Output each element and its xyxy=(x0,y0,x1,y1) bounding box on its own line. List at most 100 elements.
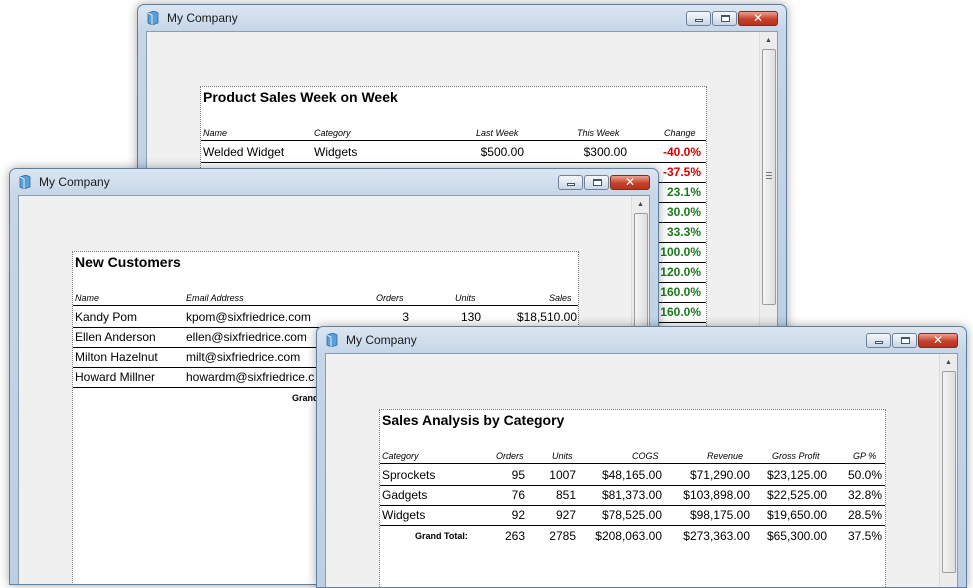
cell-category: Sprockets xyxy=(382,468,436,482)
window-title: My Company xyxy=(167,11,238,25)
grand-total-label: Grand xyxy=(292,393,319,403)
header-revenue: Revenue xyxy=(707,451,744,461)
header-orders: Orders xyxy=(376,293,404,303)
header-this-week: This Week xyxy=(577,128,620,138)
cell-change: -40.0% xyxy=(662,145,701,159)
window-sales-analysis[interactable]: My Company ✕ ▲ Sales Analysis by Categor… xyxy=(316,326,967,588)
maximize-button[interactable] xyxy=(584,175,609,190)
scroll-thumb[interactable] xyxy=(762,49,776,305)
table-row: Kandy Pom kpom@sixfriedrice.com 3 130 $1… xyxy=(73,307,578,328)
scroll-up-icon[interactable]: ▲ xyxy=(762,33,775,48)
cell-orders: 95 xyxy=(511,468,525,482)
vertical-scrollbar[interactable]: ▲ xyxy=(939,354,957,587)
cell-cogs: $48,165.00 xyxy=(601,468,662,482)
scroll-up-icon[interactable]: ▲ xyxy=(942,355,955,370)
report-title: Sales Analysis by Category xyxy=(382,412,565,428)
header-units: Units xyxy=(552,451,573,461)
close-button[interactable]: ✕ xyxy=(738,11,778,26)
window-controls: ✕ xyxy=(557,175,650,192)
app-icon xyxy=(147,11,159,25)
cell-units: 851 xyxy=(555,488,576,502)
total-revenue: $273,363.00 xyxy=(683,529,750,543)
grand-total-row: Grand Total: 263 2785 $208,063.00 $273,3… xyxy=(380,526,885,546)
cell-gross-profit: $19,650.00 xyxy=(766,508,827,522)
minimize-icon xyxy=(875,341,883,344)
minimize-button[interactable] xyxy=(686,11,711,26)
cell-revenue: $103,898.00 xyxy=(683,488,750,502)
cell-gross-profit: $22,525.00 xyxy=(766,488,827,502)
cell-change: 120.0% xyxy=(660,265,701,279)
title-bar[interactable]: My Company ✕ xyxy=(10,169,658,195)
report-column-headers: Category Orders Units COGS Revenue Gross… xyxy=(380,450,885,464)
app-icon xyxy=(19,175,31,189)
cell-units: 1007 xyxy=(549,468,576,482)
report-sales-analysis: Sales Analysis by Category Category Orde… xyxy=(379,409,886,587)
close-icon: ✕ xyxy=(624,175,636,189)
maximize-icon xyxy=(721,15,730,22)
table-row: Sprockets 95 1007 $48,165.00 $71,290.00 … xyxy=(380,465,885,486)
cell-change: 23.1% xyxy=(666,185,701,199)
scroll-up-icon[interactable]: ▲ xyxy=(634,197,647,212)
minimize-button[interactable] xyxy=(866,333,891,348)
app-icon xyxy=(326,333,338,347)
close-button[interactable]: ✕ xyxy=(610,175,650,190)
scroll-thumb[interactable] xyxy=(942,371,956,573)
grand-total-label: Grand Total: xyxy=(415,531,468,541)
header-sales: Sales xyxy=(549,293,572,303)
report-title: New Customers xyxy=(75,254,181,270)
cell-email: milt@sixfriedrice.com xyxy=(186,350,301,364)
total-orders: 263 xyxy=(504,529,525,543)
cell-name: Howard Millner xyxy=(75,370,156,384)
cell-gp-percent: 32.8% xyxy=(847,488,882,502)
cell-cogs: $78,525.00 xyxy=(601,508,662,522)
title-bar[interactable]: My Company ✕ xyxy=(138,5,786,31)
cell-orders: 76 xyxy=(511,488,525,502)
cell-gross-profit: $23,125.00 xyxy=(766,468,827,482)
cell-change: 30.0% xyxy=(666,205,701,219)
cell-cogs: $81,373.00 xyxy=(601,488,662,502)
cell-gp-percent: 28.5% xyxy=(847,508,882,522)
close-button[interactable]: ✕ xyxy=(918,333,958,348)
report-title: Product Sales Week on Week xyxy=(203,89,398,105)
maximize-icon xyxy=(593,179,602,186)
cell-category: Widgets xyxy=(314,145,358,159)
minimize-icon xyxy=(567,183,575,186)
total-gross-profit: $65,300.00 xyxy=(766,529,827,543)
total-cogs: $208,063.00 xyxy=(595,529,662,543)
header-name: Name xyxy=(203,128,228,138)
window-controls: ✕ xyxy=(685,11,778,28)
cell-change: 33.3% xyxy=(666,225,701,239)
header-change: Change xyxy=(664,128,696,138)
cell-category: Widgets xyxy=(382,508,426,522)
cell-change: -37.5% xyxy=(662,165,701,179)
maximize-button[interactable] xyxy=(892,333,917,348)
vertical-scrollbar[interactable]: ▲ xyxy=(759,32,777,345)
window-title: My Company xyxy=(346,333,417,347)
cell-name: Kandy Pom xyxy=(75,310,138,324)
close-icon: ✕ xyxy=(752,11,764,25)
cell-orders: 92 xyxy=(511,508,525,522)
cell-change: 100.0% xyxy=(660,245,701,259)
minimize-button[interactable] xyxy=(558,175,583,190)
maximize-button[interactable] xyxy=(712,11,737,26)
table-row: Welded Widget Widgets $500.00 $300.00 -4… xyxy=(201,142,706,163)
maximize-icon xyxy=(901,337,910,344)
header-category: Category xyxy=(382,451,419,461)
cell-name: Milton Hazelnut xyxy=(75,350,158,364)
cell-change: 160.0% xyxy=(660,305,701,319)
cell-name: Welded Widget xyxy=(203,145,285,159)
cell-last-week: $500.00 xyxy=(480,145,524,159)
cell-revenue: $71,290.00 xyxy=(689,468,750,482)
title-bar[interactable]: My Company ✕ xyxy=(317,327,966,353)
report-column-headers: Name Email Address Orders Units Sales xyxy=(73,292,578,306)
header-gross-profit: Gross Profit xyxy=(772,451,820,461)
header-units: Units xyxy=(455,293,476,303)
header-gp-percent: GP % xyxy=(853,451,877,461)
total-units: 2785 xyxy=(549,529,576,543)
cell-category: Gadgets xyxy=(382,488,428,502)
cell-email: ellen@sixfriedrice.com xyxy=(186,330,307,344)
close-icon: ✕ xyxy=(932,333,944,347)
cell-this-week: $300.00 xyxy=(583,145,627,159)
cell-gp-percent: 50.0% xyxy=(847,468,882,482)
cell-email: kpom@sixfriedrice.com xyxy=(186,310,311,324)
